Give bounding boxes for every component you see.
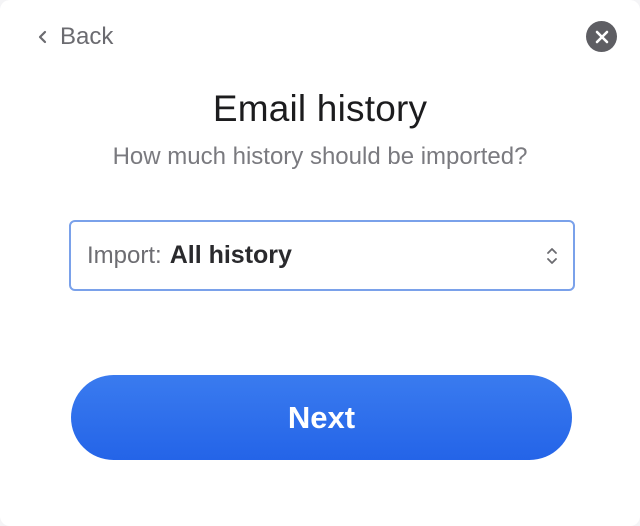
email-history-dialog: Back Email history How much history shou… (0, 0, 640, 526)
next-button[interactable]: Next (71, 375, 572, 460)
close-icon (595, 30, 609, 44)
page-subtitle: How much history should be imported? (112, 143, 528, 170)
back-button[interactable]: Back (34, 22, 113, 52)
chevron-left-icon (34, 29, 50, 45)
close-button[interactable] (586, 21, 617, 52)
import-history-select[interactable]: Import: All history (69, 220, 575, 291)
import-select-value: All history (169, 241, 292, 269)
back-label: Back (60, 23, 114, 50)
up-down-chevron-icon (545, 246, 559, 266)
page-title: Email history (212, 88, 428, 129)
import-select-prefix: Import: (87, 241, 162, 269)
